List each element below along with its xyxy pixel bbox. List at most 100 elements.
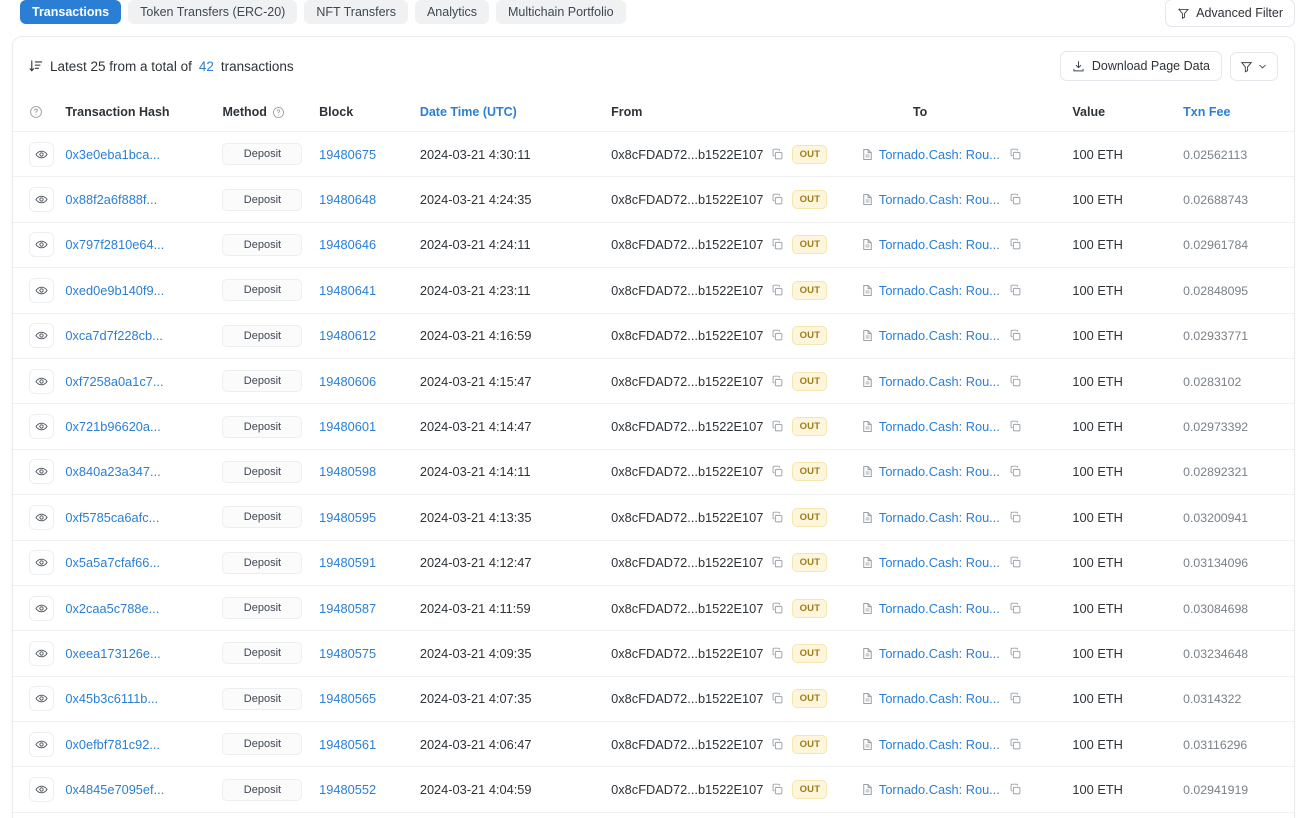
to-address-link[interactable]: Tornado.Cash: Rou... (879, 328, 1000, 343)
copy-icon[interactable] (1009, 647, 1022, 660)
copy-icon[interactable] (771, 375, 784, 388)
transaction-hash-link[interactable]: 0x840a23a347... (65, 464, 160, 479)
copy-icon[interactable] (771, 284, 784, 297)
from-address[interactable]: 0x8cFDAD72...b1522E107 (611, 374, 763, 389)
to-address-link[interactable]: Tornado.Cash: Rou... (879, 419, 1000, 434)
block-link[interactable]: 19480675 (319, 147, 376, 162)
to-address-link[interactable]: Tornado.Cash: Rou... (879, 283, 1000, 298)
transaction-hash-link[interactable]: 0x5a5a7cfaf66... (65, 555, 160, 570)
block-link[interactable]: 19480575 (319, 646, 376, 661)
copy-icon[interactable] (771, 602, 784, 615)
from-address[interactable]: 0x8cFDAD72...b1522E107 (611, 782, 763, 797)
copy-icon[interactable] (1009, 738, 1022, 751)
column-method[interactable]: Method (222, 95, 320, 132)
from-address[interactable]: 0x8cFDAD72...b1522E107 (611, 419, 763, 434)
method-badge[interactable]: Deposit (222, 733, 303, 756)
copy-icon[interactable] (771, 193, 784, 206)
from-address[interactable]: 0x8cFDAD72...b1522E107 (611, 555, 763, 570)
filter-dropdown-button[interactable] (1230, 51, 1278, 81)
copy-icon[interactable] (771, 238, 784, 251)
eye-icon[interactable] (29, 368, 54, 394)
to-address-link[interactable]: Tornado.Cash: Rou... (879, 737, 1000, 752)
to-address-link[interactable]: Tornado.Cash: Rou... (879, 691, 1000, 706)
copy-icon[interactable] (1009, 602, 1022, 615)
eye-icon[interactable] (29, 459, 54, 485)
transaction-hash-link[interactable]: 0xf7258a0a1c7... (65, 374, 163, 389)
method-badge[interactable]: Deposit (222, 506, 303, 529)
transaction-hash-link[interactable]: 0xed0e9b140f9... (65, 283, 164, 298)
block-link[interactable]: 19480565 (319, 691, 376, 706)
from-address[interactable]: 0x8cFDAD72...b1522E107 (611, 328, 763, 343)
copy-icon[interactable] (771, 738, 784, 751)
column-transaction-hash[interactable]: Transaction Hash (65, 95, 223, 132)
column-txn-fee[interactable]: Txn Fee (1183, 95, 1294, 132)
copy-icon[interactable] (1009, 329, 1022, 342)
from-address[interactable]: 0x8cFDAD72...b1522E107 (611, 646, 763, 661)
method-badge[interactable]: Deposit (222, 233, 303, 256)
eye-icon[interactable] (29, 550, 54, 576)
transaction-hash-link[interactable]: 0x797f2810e64... (65, 237, 164, 252)
copy-icon[interactable] (1009, 238, 1022, 251)
eye-icon[interactable] (29, 731, 54, 757)
column-from[interactable]: From (611, 95, 861, 132)
copy-icon[interactable] (1009, 511, 1022, 524)
block-link[interactable]: 19480641 (319, 283, 376, 298)
transaction-hash-link[interactable]: 0x4845e7095ef... (65, 782, 164, 797)
transaction-hash-link[interactable]: 0x45b3c6111b... (65, 691, 158, 706)
from-address[interactable]: 0x8cFDAD72...b1522E107 (611, 192, 763, 207)
from-address[interactable]: 0x8cFDAD72...b1522E107 (611, 510, 763, 525)
copy-icon[interactable] (771, 556, 784, 569)
block-link[interactable]: 19480612 (319, 328, 376, 343)
copy-icon[interactable] (1009, 465, 1022, 478)
to-address-link[interactable]: Tornado.Cash: Rou... (879, 555, 1000, 570)
total-transactions-count[interactable]: 42 (199, 59, 214, 74)
copy-icon[interactable] (771, 465, 784, 478)
eye-icon[interactable] (29, 504, 54, 530)
tab-nft-transfers[interactable]: NFT Transfers (304, 0, 408, 25)
copy-icon[interactable] (771, 692, 784, 705)
eye-icon[interactable] (29, 686, 54, 712)
from-address[interactable]: 0x8cFDAD72...b1522E107 (611, 237, 763, 252)
eye-icon[interactable] (29, 277, 54, 303)
copy-icon[interactable] (771, 783, 784, 796)
from-address[interactable]: 0x8cFDAD72...b1522E107 (611, 691, 763, 706)
block-link[interactable]: 19480606 (319, 374, 376, 389)
eye-icon[interactable] (29, 595, 54, 621)
tab-token-transfers-erc-20[interactable]: Token Transfers (ERC-20) (128, 0, 298, 25)
sort-descending-icon[interactable] (29, 59, 43, 73)
to-address-link[interactable]: Tornado.Cash: Rou... (879, 464, 1000, 479)
copy-icon[interactable] (1009, 148, 1022, 161)
block-link[interactable]: 19480598 (319, 464, 376, 479)
block-link[interactable]: 19480552 (319, 782, 376, 797)
block-link[interactable]: 19480591 (319, 555, 376, 570)
transaction-hash-link[interactable]: 0xca7d7f228cb... (65, 328, 162, 343)
column-block[interactable]: Block (319, 95, 420, 132)
eye-icon[interactable] (29, 323, 54, 349)
to-address-link[interactable]: Tornado.Cash: Rou... (879, 601, 1000, 616)
copy-icon[interactable] (1009, 420, 1022, 433)
method-badge[interactable]: Deposit (222, 460, 303, 483)
transaction-hash-link[interactable]: 0x0efbf781c92... (65, 737, 160, 752)
transaction-hash-link[interactable]: 0x88f2a6f888f... (65, 192, 157, 207)
copy-icon[interactable] (1009, 193, 1022, 206)
from-address[interactable]: 0x8cFDAD72...b1522E107 (611, 464, 763, 479)
method-badge[interactable]: Deposit (222, 188, 303, 211)
copy-icon[interactable] (771, 420, 784, 433)
copy-icon[interactable] (771, 511, 784, 524)
eye-icon[interactable] (29, 414, 54, 440)
block-link[interactable]: 19480601 (319, 419, 376, 434)
copy-icon[interactable] (1009, 556, 1022, 569)
from-address[interactable]: 0x8cFDAD72...b1522E107 (611, 283, 763, 298)
to-address-link[interactable]: Tornado.Cash: Rou... (879, 510, 1000, 525)
transaction-hash-link[interactable]: 0x721b96620a... (65, 419, 160, 434)
eye-icon[interactable] (29, 187, 54, 213)
transaction-hash-link[interactable]: 0x2caa5c788e... (65, 601, 159, 616)
advanced-filter-button[interactable]: Advanced Filter (1165, 0, 1295, 27)
to-address-link[interactable]: Tornado.Cash: Rou... (879, 237, 1000, 252)
eye-icon[interactable] (29, 777, 54, 803)
question-circle-icon[interactable] (272, 106, 285, 119)
block-link[interactable]: 19480648 (319, 192, 376, 207)
to-address-link[interactable]: Tornado.Cash: Rou... (879, 147, 1000, 162)
download-page-data-button[interactable]: Download Page Data (1059, 51, 1222, 81)
tab-analytics[interactable]: Analytics (414, 0, 489, 25)
